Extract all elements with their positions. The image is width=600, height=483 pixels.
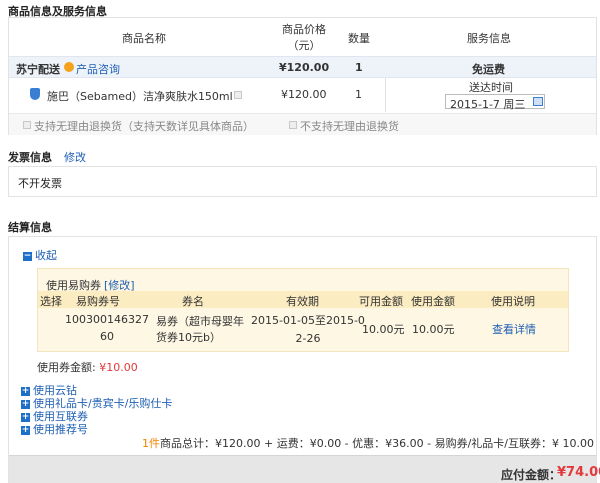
- goods-item-row: 施巴（Sebamed）洁净爽肤水150ml ¥120.00 1 送达时间 201…: [9, 78, 596, 112]
- consult-icon: [64, 62, 74, 72]
- store-price: ¥120.00: [279, 61, 330, 74]
- coupon-number: 100300146327 60: [65, 313, 149, 343]
- coupon-used: 10.00元: [412, 323, 455, 336]
- invoice-section-title: 发票信息: [8, 151, 52, 164]
- col-number: 易购券号: [76, 295, 120, 308]
- goods-table: 商品名称 商品价格 （元） 数量 服务信息 苏宁配送 产品咨询 ¥120.00 …: [8, 17, 597, 135]
- coupon-table-header: 选择 易购券号 券名 有效期 可用金额 使用金额 使用说明: [38, 291, 568, 308]
- invoice-box: 不开发票: [8, 166, 597, 197]
- minus-icon: −: [23, 250, 32, 261]
- settle-box: − 收起 使用易购券 [修改] 选择 易购券号 券名 有效期 可用金额 使用金额 …: [8, 236, 600, 483]
- store-name: 苏宁配送: [16, 63, 60, 76]
- return-supported-checkbox[interactable]: [23, 121, 31, 129]
- item-qty: 1: [355, 88, 362, 101]
- header-service: 服务信息: [467, 32, 511, 45]
- store-row: 苏宁配送 产品咨询 ¥120.00 1 免运费: [9, 56, 596, 78]
- product-consult-link[interactable]: 产品咨询: [76, 61, 120, 77]
- return-unsupported-checkbox[interactable]: [289, 121, 297, 129]
- returns-row: 支持无理由退换货（支持天数详见具体商品） 不支持无理由退换货: [9, 113, 596, 135]
- header-name: 商品名称: [122, 32, 166, 45]
- col-detail: 使用说明: [491, 295, 535, 308]
- col-name: 券名: [182, 295, 204, 308]
- return-supported-label: 支持无理由退换货（支持天数详见具体商品）: [34, 120, 254, 133]
- total-bar: 应付金额： ¥74.00: [9, 455, 600, 483]
- item-image-icon: [234, 91, 242, 99]
- goods-table-header: 商品名称 商品价格 （元） 数量 服务信息: [9, 18, 596, 56]
- delivery-label: 送达时间: [469, 81, 513, 94]
- coupon-panel: 使用易购券 [修改] 选择 易购券号 券名 有效期 可用金额 使用金额 使用说明…: [37, 268, 569, 352]
- invoice-edit-link[interactable]: 修改: [64, 149, 86, 165]
- summary-text: 商品总计：¥120.00 + 运费：¥0.00 - 优惠：¥36.00 - 易购…: [160, 437, 594, 450]
- coupon-amount: 使用券金额: ¥10.00: [37, 361, 138, 374]
- delivery-date-value: 2015-1-7 周三: [450, 98, 526, 111]
- item-name[interactable]: 施巴（Sebamed）洁净爽肤水150ml: [47, 88, 233, 104]
- header-price: 商品价格 （元）: [282, 23, 326, 52]
- item-price: ¥120.00: [281, 88, 327, 101]
- service-divider: [385, 78, 386, 112]
- coupon-available: 10.00元: [362, 323, 405, 336]
- coupon-row: 100300146327 60 易券（超市母婴年 货券10元b） 2015-01…: [38, 309, 568, 351]
- col-select: 选择: [40, 295, 62, 308]
- store-qty: 1: [355, 61, 363, 74]
- store-service: 免运费: [472, 63, 505, 76]
- total-label: 应付金额：: [501, 468, 562, 482]
- delivery-date-picker[interactable]: 2015-1-7 周三: [445, 94, 545, 111]
- plus-icon: +: [21, 424, 30, 435]
- invoice-value: 不开发票: [18, 177, 62, 190]
- col-used: 使用金额: [411, 295, 455, 308]
- header-qty: 数量: [348, 32, 370, 45]
- collapse-toggle[interactable]: − 收起: [23, 247, 57, 263]
- coupon-detail-link[interactable]: 查看详情: [492, 321, 536, 337]
- shield-icon: [30, 88, 40, 100]
- total-value: ¥74.00: [557, 465, 600, 480]
- item-count: 1件: [142, 437, 160, 450]
- order-summary: 1件商品总计：¥120.00 + 运费：¥0.00 - 优惠：¥36.00 - …: [142, 435, 594, 451]
- coupon-valid: 2015-01-05至2015-0 2-26: [251, 314, 365, 345]
- col-available: 可用金额: [359, 295, 403, 308]
- collapse-label: 收起: [35, 249, 57, 262]
- option-referral[interactable]: + 使用推荐号: [21, 421, 88, 437]
- calendar-icon[interactable]: [533, 97, 543, 106]
- col-valid: 有效期: [286, 295, 319, 308]
- settle-section-title: 结算信息: [8, 221, 52, 234]
- return-unsupported-label: 不支持无理由退换货: [300, 120, 399, 133]
- coupon-name: 易券（超市母婴年 货券10元b）: [156, 315, 244, 344]
